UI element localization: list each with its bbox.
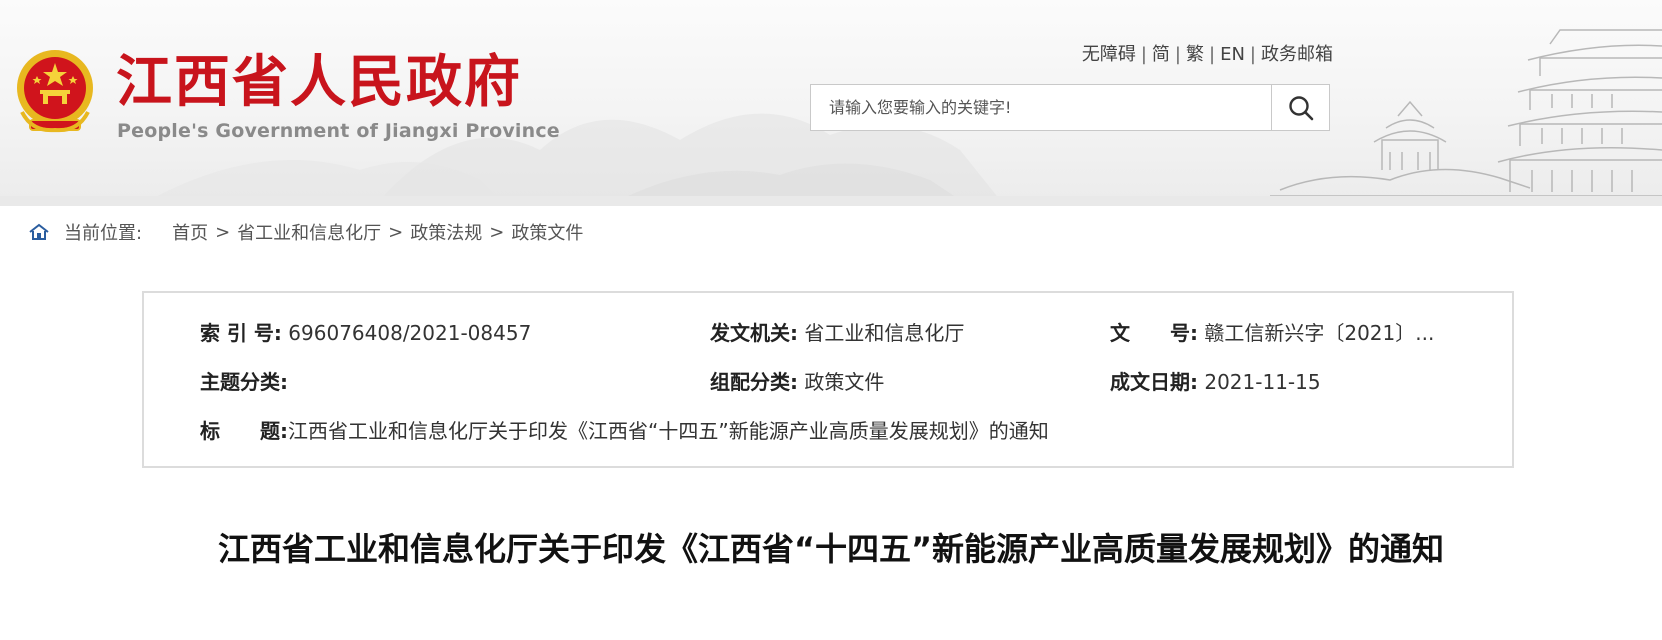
link-separator: | [1249, 44, 1256, 65]
link-separator: | [1209, 44, 1216, 65]
search-input[interactable] [811, 85, 1273, 130]
link-separator: | [1140, 44, 1147, 65]
breadcrumb-label: 当前位置: [64, 223, 143, 244]
breadcrumb-department[interactable]: 省工业和信息化厅 [237, 219, 381, 245]
info-theme-category: 主题分类: [200, 367, 288, 397]
site-title[interactable]: 江西省人民政府 [116, 50, 522, 114]
breadcrumb: 当前位置: 首页 > 省工业和信息化厅 > 政策法规 > 政策文件 [28, 218, 583, 246]
info-document-number: 文 号: 赣工信新兴字〔2021〕... [1110, 318, 1434, 348]
breadcrumb-separator: > [215, 221, 231, 243]
breadcrumb-separator: > [489, 221, 505, 243]
search-box [810, 84, 1330, 131]
info-assembly-category: 组配分类: 政策文件 [710, 367, 884, 397]
article-title: 江西省工业和信息化厅关于印发《江西省“十四五”新能源产业高质量发展规划》的通知 [217, 530, 1445, 568]
pagoda-illustration [1270, 29, 1662, 197]
info-value: 政策文件 [804, 370, 885, 394]
breadcrumb-policy-docs[interactable]: 政策文件 [511, 219, 583, 245]
info-key: 组配分类: [710, 370, 798, 394]
home-icon [29, 223, 49, 240]
traditional-chinese-link[interactable]: 繁 [1186, 44, 1204, 65]
info-written-date: 成文日期: 2021-11-15 [1110, 367, 1321, 397]
info-index-number: 索 引 号: 696076408/2021-08457 [200, 318, 531, 348]
info-key: 文 号: [1110, 321, 1198, 345]
info-value: 赣工信新兴字〔2021〕... [1204, 321, 1435, 345]
info-issuer: 发文机关: 省工业和信息化厅 [710, 318, 964, 348]
info-value: 江西省工业和信息化厅关于印发《江西省“十四五”新能源产业高质量发展规划》的通知 [288, 419, 1049, 443]
site-subtitle: People's Government of Jiangxi Province [117, 120, 560, 142]
national-emblem-icon [17, 50, 93, 133]
link-separator: | [1174, 44, 1181, 65]
breadcrumb-home[interactable]: 首页 [172, 219, 208, 245]
info-key: 索 引 号: [200, 321, 282, 345]
info-value: 696076408/2021-08457 [288, 321, 532, 345]
info-key: 成文日期: [1110, 370, 1198, 394]
accessibility-link[interactable]: 无障碍 [1082, 44, 1136, 65]
info-key: 发文机关: [710, 321, 798, 345]
info-key: 主题分类: [200, 370, 288, 394]
english-link[interactable]: EN [1220, 44, 1245, 65]
info-value: 省工业和信息化厅 [804, 321, 965, 345]
breadcrumb-separator: > [388, 221, 404, 243]
header-divider [0, 196, 1662, 206]
simplified-chinese-link[interactable]: 简 [1152, 44, 1170, 65]
info-key: 标 题: [200, 419, 288, 443]
breadcrumb-policies[interactable]: 政策法规 [410, 219, 482, 245]
info-title: 标 题:江西省工业和信息化厅关于印发《江西省“十四五”新能源产业高质量发展规划》… [200, 416, 1049, 446]
info-value: 2021-11-15 [1204, 370, 1321, 394]
document-info-box: 索 引 号: 696076408/2021-08457 发文机关: 省工业和信息… [142, 291, 1514, 468]
site-header: 江西省人民政府 People's Government of Jiangxi P… [0, 0, 1662, 200]
